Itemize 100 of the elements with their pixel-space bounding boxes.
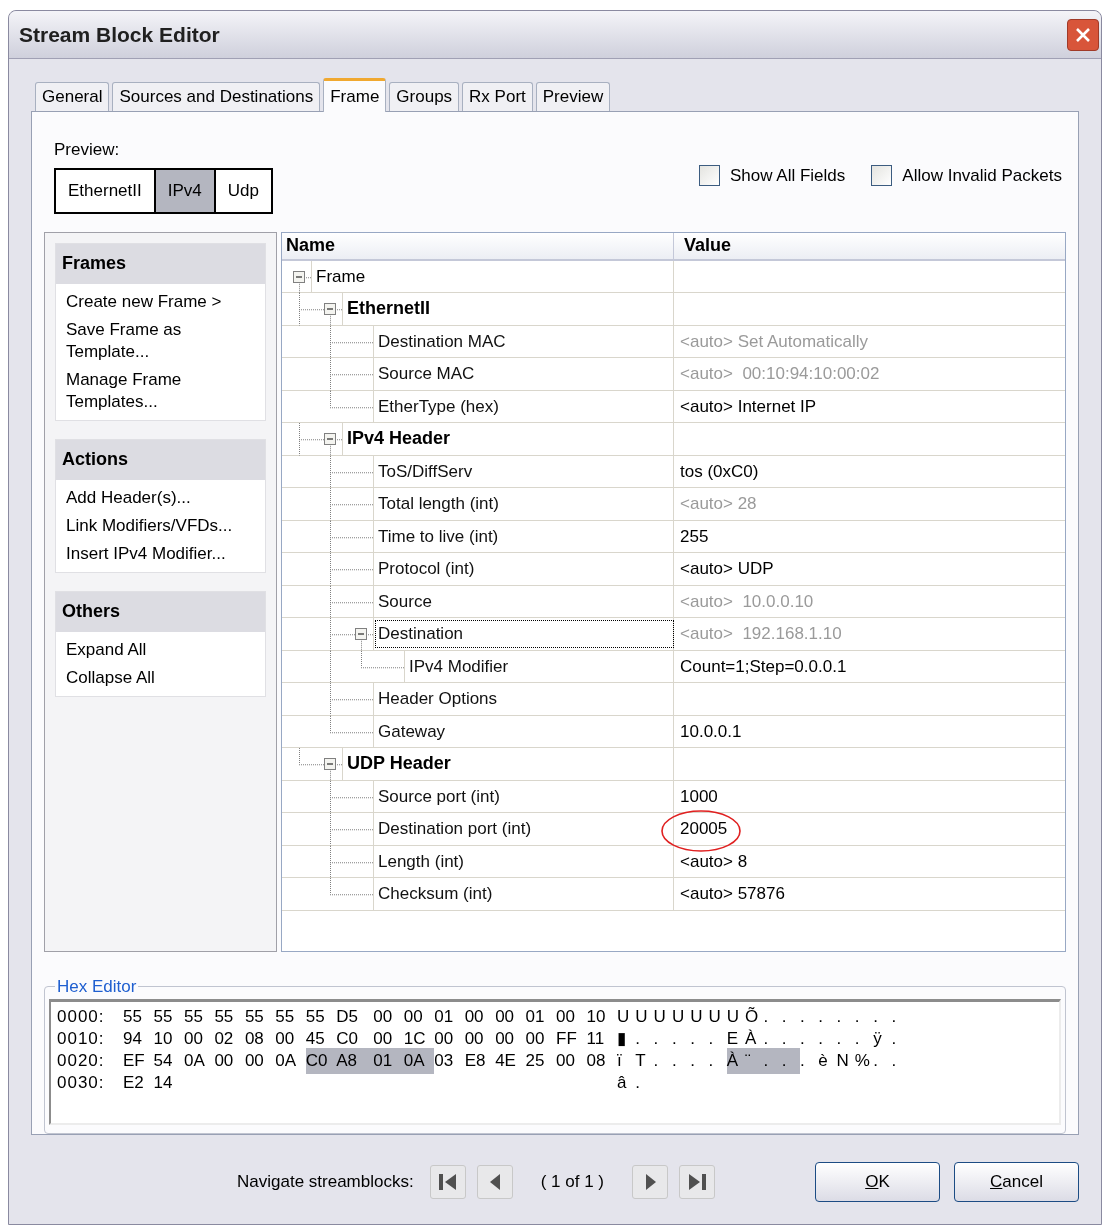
hex-byte: 00 [556, 1006, 576, 1029]
position-indicator: ( 1 of 1 ) [540, 1171, 604, 1194]
hex-byte: 55 [244, 1006, 265, 1029]
tree-node-label[interactable]: Protocol (int) [376, 556, 477, 582]
tree-node-label[interactable]: Time to live (int) [376, 523, 501, 549]
tree-node-label[interactable]: Source MAC [376, 361, 477, 387]
hex-byte: 00 [373, 1028, 394, 1051]
ascii-char: À [745, 1028, 758, 1051]
tab[interactable]: Sources and Destinations [112, 82, 321, 111]
tree-connector-icon [330, 520, 375, 555]
hex-byte: 45 [305, 1028, 326, 1051]
hex-byte: 00 [403, 1006, 424, 1029]
hex-byte: 00 [214, 1050, 235, 1073]
tree-node-label[interactable]: Destination port (int) [376, 816, 534, 842]
hex-byte: 00 [495, 1028, 516, 1051]
hex-byte: 00 [434, 1028, 455, 1051]
value-cell-text: <auto> 10.0.0.10 [680, 590, 814, 613]
tree-connector-icon [330, 455, 375, 490]
tree-node-label[interactable]: Frame [314, 263, 368, 289]
tree-node-label[interactable]: IPv4 Modifier [407, 653, 511, 679]
sidebar-link[interactable]: Add Header(s)... [56, 483, 265, 512]
tab[interactable]: General [35, 82, 110, 111]
collapse-icon[interactable] [355, 628, 367, 641]
collapse-icon[interactable] [293, 270, 305, 283]
tree-node-label[interactable]: Total length (int) [376, 491, 501, 517]
collapse-icon[interactable] [324, 758, 336, 771]
ascii-char: . [836, 1006, 843, 1029]
hex-byte: 01 [373, 1048, 404, 1074]
tree-node-label[interactable]: EtherType (hex) [376, 393, 501, 419]
ascii-char: . [708, 1050, 715, 1073]
tree-node-label[interactable]: Destination [376, 621, 673, 647]
value-cell-text: <auto> Internet IP [680, 395, 817, 418]
hex-editor[interactable] [49, 999, 1061, 1125]
tree-node-label[interactable]: Gateway [376, 718, 448, 744]
sidebar-link[interactable]: Expand All [56, 635, 265, 664]
tree-node-label[interactable]: Length (int) [376, 848, 466, 874]
value-cell-text: <auto> 00:10:94:10:00:02 [680, 363, 880, 385]
tree-connector-icon [299, 423, 344, 457]
hex-byte: 55 [123, 1006, 143, 1029]
hex-address: 0010: [57, 1028, 106, 1051]
value-cell-text: tos (0xC0) [680, 460, 759, 483]
hex-byte: E8 [464, 1050, 487, 1073]
tab[interactable]: Groups [389, 82, 460, 111]
hex-byte: 55 [275, 1006, 296, 1029]
ascii-char: À [726, 1048, 746, 1074]
checkbox[interactable] [871, 165, 893, 187]
tree-node-label[interactable]: IPv4 Header [345, 425, 453, 453]
column-header[interactable]: Name [282, 232, 674, 259]
value-cell-text: 255 [680, 525, 709, 548]
hex-byte: 03 [434, 1050, 455, 1073]
ascii-char: . [836, 1028, 843, 1051]
tree-node-label[interactable]: Checksum (int) [376, 881, 495, 907]
tree-node-label[interactable]: Destination MAC [376, 328, 508, 354]
tree-node-label[interactable]: Header Options [376, 686, 500, 712]
ascii-char: . [690, 1050, 696, 1073]
tree-node-label[interactable]: Source [376, 588, 434, 614]
hex-byte: A8 [336, 1048, 374, 1074]
dialog-button[interactable]: Cancel [954, 1162, 1079, 1202]
ascii-char: . [799, 1050, 806, 1073]
tab[interactable]: Frame [323, 78, 387, 112]
value-cell-text: <auto> Set Automatically [680, 330, 869, 353]
tree-node-label[interactable]: UDP Header [345, 750, 453, 778]
first-button[interactable] [429, 1165, 466, 1199]
hex-address: 0030: [57, 1072, 106, 1095]
ascii-char: . [891, 1028, 898, 1051]
close-button[interactable] [1067, 18, 1099, 51]
ascii-char: . [781, 1028, 788, 1051]
hex-byte: 1C [403, 1028, 427, 1051]
hex-byte: 11 [586, 1028, 606, 1051]
tab[interactable]: Rx Port [462, 82, 533, 111]
preview-segment[interactable]: Udp [213, 169, 271, 212]
collapse-icon[interactable] [324, 433, 336, 446]
previous-button[interactable] [476, 1165, 513, 1199]
value-cell-text: 1000 [680, 785, 718, 808]
ascii-char: . [799, 1006, 806, 1029]
sidebar-link[interactable]: Collapse All [56, 663, 265, 692]
sidebar-link[interactable]: Create new Frame > [56, 287, 265, 316]
value-cell-text: Count=1;Step=0.0.0.1 [680, 655, 847, 678]
sidebar-link[interactable]: Link Modifiers/VFDs... [56, 511, 265, 540]
preview-segment[interactable]: IPv4 [153, 169, 214, 212]
next-button[interactable] [632, 1165, 668, 1199]
group-header: Actions [56, 439, 265, 480]
tree-node-label[interactable]: EthernetII [345, 295, 432, 323]
sidebar-link[interactable]: Insert IPv4 Modifier... [56, 539, 265, 568]
tab[interactable]: Preview [535, 82, 611, 111]
tree-node-label[interactable]: Source port (int) [376, 783, 502, 809]
collapse-icon[interactable] [324, 303, 336, 316]
checkbox[interactable] [699, 165, 721, 187]
ascii-char: . [891, 1006, 898, 1029]
value-cell-text: <auto> 57876 [680, 883, 785, 905]
dialog-button[interactable]: OK [815, 1162, 940, 1202]
tree-node-label[interactable]: ToS/DiffServ [376, 458, 475, 484]
sidebar-link[interactable]: Manage Frame Templates... [56, 365, 265, 416]
preview-segment[interactable]: EthernetII [56, 169, 154, 212]
column-header[interactable]: Value [674, 232, 1065, 259]
ascii-char: . [671, 1028, 678, 1051]
hex-byte: 25 [525, 1050, 546, 1073]
tree-connector-icon [330, 325, 375, 360]
last-button[interactable] [679, 1165, 715, 1199]
sidebar-link[interactable]: Save Frame as Template... [56, 315, 265, 366]
